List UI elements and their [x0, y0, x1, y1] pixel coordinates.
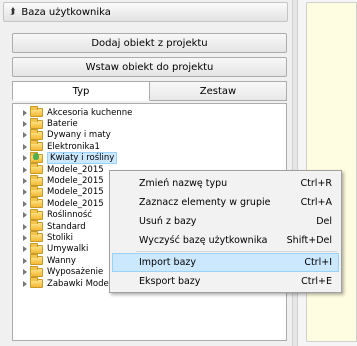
folder-icon [30, 265, 43, 277]
folder-icon [30, 163, 43, 175]
tab-bar: Typ Zestaw [12, 81, 287, 101]
add-from-project-button[interactable]: Dodaj obiekt z projektu [12, 33, 287, 53]
folder-icon [30, 117, 43, 129]
menu-item-shortcut: Ctrl+A [300, 197, 332, 208]
expand-arrow-icon[interactable] [23, 109, 27, 116]
menu-item[interactable]: Usuń z bazy Del [112, 212, 339, 231]
menu-item-label: Import bazy [139, 257, 197, 268]
menu-item-label: Usuń z bazy [139, 216, 197, 227]
tree-item[interactable]: Elektronika1 [13, 140, 286, 152]
expand-arrow-icon[interactable] [23, 223, 27, 230]
menu-item-shortcut: Ctrl+R [300, 178, 332, 189]
folder-icon [30, 208, 43, 220]
folder-icon [30, 174, 43, 186]
menu-item-shortcut: Ctrl+E [301, 276, 332, 287]
folder-icon [30, 277, 43, 289]
expand-arrow-icon[interactable] [23, 246, 27, 253]
tab-type[interactable]: Typ [12, 81, 150, 101]
panel-title: Baza użytkownika [21, 6, 111, 18]
insert-to-project-button[interactable]: Wstaw obiekt do projektu [12, 57, 287, 77]
folder-icon [30, 140, 43, 152]
expand-arrow-icon[interactable] [23, 280, 27, 287]
tab-set[interactable]: Zestaw [150, 81, 287, 101]
expand-arrow-icon[interactable] [23, 166, 27, 173]
menu-item[interactable]: Eksport bazy Ctrl+E [112, 272, 339, 291]
tree-item[interactable]: Dywany i maty [13, 128, 286, 141]
expand-arrow-icon[interactable] [23, 269, 27, 276]
menu-item[interactable]: Zaznacz elementy w grupie Ctrl+A [112, 193, 339, 212]
folder-icon [30, 128, 43, 140]
tree-item-label: Roślinność [47, 210, 92, 221]
expand-arrow-icon[interactable] [23, 178, 27, 185]
menu-separator [136, 251, 337, 252]
tree-item-label: Elektronika1 [47, 141, 100, 152]
expand-arrow-icon[interactable] [23, 155, 27, 162]
tree-item-label: Wanny [47, 255, 76, 266]
folder-icon [30, 106, 43, 118]
expand-arrow-icon[interactable] [23, 132, 27, 139]
tree-item-label: Dywany i maty [47, 130, 111, 141]
expand-arrow-icon[interactable] [23, 143, 27, 150]
plant-folder-icon [30, 151, 43, 163]
expand-arrow-icon[interactable] [23, 121, 27, 128]
tree-item-label: Modele_2015 [47, 176, 104, 187]
tree-item[interactable]: Kwiaty i rośliny [13, 151, 286, 165]
tree-item-label: Kwiaty i rośliny [47, 152, 118, 165]
expand-arrow-icon[interactable] [23, 189, 27, 196]
tree-item-label: Modele_2015 [47, 187, 104, 198]
tree-item-label: Wyposażenie [47, 267, 104, 278]
tree-item-label: Standard [47, 221, 86, 232]
folder-icon [30, 231, 43, 243]
menu-item-label: Eksport bazy [139, 276, 201, 287]
menu-item-label: Zaznacz elementy w grupie [139, 197, 271, 208]
folder-icon [30, 220, 43, 232]
expand-arrow-icon[interactable] [23, 234, 27, 241]
folder-icon [30, 254, 43, 266]
tree-item-label: Akcesoria kuchenne [47, 107, 133, 118]
menu-item[interactable]: Wyczyść bazę użytkownika Shift+Del [112, 231, 339, 250]
expand-arrow-icon[interactable] [23, 212, 27, 219]
folder-icon [30, 197, 43, 209]
menu-item-shortcut: Shift+Del [286, 235, 332, 246]
collapse-chevron-icon[interactable]: ⮭ [10, 7, 15, 17]
expand-arrow-icon[interactable] [23, 200, 27, 207]
menu-item-label: Zmień nazwę typu [139, 178, 228, 189]
tree-item-label: Stoliki [47, 232, 73, 243]
menu-item[interactable]: Import bazy Ctrl+I [112, 253, 339, 272]
tree-item-label: Umywalki [47, 244, 89, 255]
folder-icon [30, 185, 43, 197]
menu-item-shortcut: Ctrl+I [304, 257, 332, 268]
tree-item-label: Modele_2015 [47, 198, 104, 209]
tree-item[interactable]: Baterie [13, 117, 286, 130]
tree-item-label: Baterie [47, 119, 78, 130]
context-menu: Zmień nazwę typu Ctrl+R Zaznacz elementy w… [109, 170, 342, 293]
menu-item-shortcut: Del [316, 216, 332, 227]
panel-header[interactable]: ⮭ Baza użytkownika [3, 2, 288, 22]
menu-item[interactable]: Zmień nazwę typu Ctrl+R [112, 174, 339, 193]
menu-item-label: Wyczyść bazę użytkownika [139, 235, 268, 246]
tree-item-label: Modele_2015 [47, 164, 104, 175]
folder-icon [30, 242, 43, 254]
tree-item[interactable]: Akcesoria kuchenne [13, 106, 286, 118]
expand-arrow-icon[interactable] [23, 257, 27, 264]
